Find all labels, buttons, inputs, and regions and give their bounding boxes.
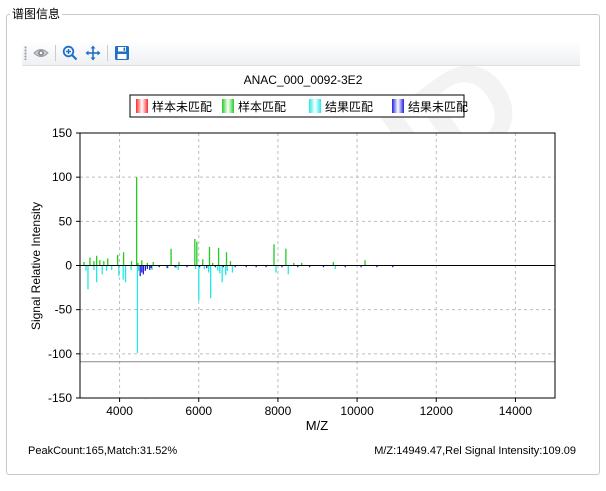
peak-bar-series-2 [124, 265, 127, 283]
peak-bar-series-2 [203, 265, 205, 270]
peak-bar-series-1 [130, 261, 133, 266]
peak-bar-series-2 [225, 265, 227, 276]
peak-count-status: PeakCount:165,Match:31.52% [28, 445, 178, 457]
peak-bar-series-1 [107, 258, 109, 266]
peak-bar-series-2 [210, 265, 212, 299]
legend-swatch [222, 99, 234, 113]
peak-bar-series-1 [202, 259, 204, 266]
peak-bar-series-1 [364, 260, 366, 266]
peak-bar-series-1 [96, 255, 98, 266]
peak-bar-series-2 [93, 265, 95, 270]
legend-label: 结果未匹配 [408, 100, 468, 114]
peak-bar-series-1 [99, 260, 101, 266]
legend-label: 样本未匹配 [152, 99, 212, 114]
y-tick-label: -50 [55, 303, 73, 317]
peak-bar-series-2 [287, 265, 289, 275]
peak-bar-series-2 [208, 265, 210, 273]
peak-bar-series-1 [229, 261, 232, 266]
peak-bar-series-1 [117, 254, 119, 266]
y-tick-label: -100 [48, 347, 72, 361]
peak-bar-series-1 [152, 261, 154, 266]
peak-bar-series-2 [275, 265, 277, 273]
legend-swatch [136, 99, 148, 113]
peak-bar-series-1 [122, 252, 125, 266]
peak-bar-series-3 [139, 265, 141, 277]
peak-bar-series-2 [87, 265, 89, 290]
peak-bar-series-1 [225, 252, 228, 266]
x-axis: 4000 6000 8000 10000 12000 14000 [106, 398, 532, 418]
peak-bar-series-2 [177, 265, 179, 270]
peak-bar-series-2 [111, 265, 113, 270]
x-tick-label: 6000 [185, 404, 212, 418]
y-tick-label: 0 [65, 259, 72, 273]
y-tick-label: -150 [48, 391, 72, 405]
x-tick-label: 12000 [420, 404, 454, 418]
legend-label: 结果匹配 [325, 100, 373, 114]
peak-bar-series-2 [221, 265, 223, 283]
peak-bar-series-1 [273, 244, 275, 266]
y-tick-label: 100 [52, 170, 72, 184]
x-tick-label: 10000 [340, 404, 374, 418]
peak-bar-series-2 [105, 265, 108, 271]
peak-bar-series-2 [217, 265, 219, 271]
peak-bar-series-2 [96, 265, 98, 283]
peak-bar-series-2 [85, 265, 87, 271]
peak-bar-series-1 [194, 239, 196, 266]
x-tick-label: 4000 [106, 404, 133, 418]
peak-bar-series-2 [334, 265, 337, 270]
peak-bar-series-3 [141, 265, 143, 273]
x-axis-label: M/Z [306, 418, 328, 433]
legend-swatch [309, 99, 321, 113]
chart-title: ANAC_000_0092-3E2 [244, 73, 363, 87]
chart-legend: 样本未匹配 样本匹配 结果匹配 结果未匹配 [129, 94, 468, 118]
peak-bar-series-1 [103, 261, 105, 266]
peak-bar-series-2 [136, 265, 139, 353]
peak-bar-series-3 [149, 265, 151, 270]
peak-bar-series-1 [89, 257, 91, 266]
peak-bar-series-2 [130, 265, 132, 270]
peak-bar-series-1 [217, 247, 220, 266]
y-axis-label: Signal Relative Intensity [29, 202, 43, 330]
peak-bar-series-2 [226, 265, 228, 271]
peak-bar-series-1 [332, 261, 335, 266]
peak-bar-series-1 [170, 248, 172, 266]
peak-bar-series-3 [142, 265, 145, 275]
peak-bar-series-1 [136, 177, 138, 266]
peak-bar-series-1 [83, 261, 85, 266]
y-tick-label: 150 [52, 126, 72, 140]
cursor-readout-status: M/Z:14949.47,Rel Signal Intensity:109.09 [374, 445, 576, 457]
peak-bar-series-1 [93, 261, 95, 266]
peak-bar-series-2 [101, 265, 103, 275]
peak-bar-series-3 [144, 265, 147, 271]
y-axis: 150 100 50 0 -50 -100 -150 [48, 126, 80, 405]
peak-bar-series-2 [231, 265, 234, 273]
y-tick-label: 50 [59, 214, 73, 228]
peak-bar-series-2 [198, 265, 200, 301]
legend-swatch [392, 99, 404, 113]
peak-bar-series-1 [178, 261, 180, 266]
peak-bar-series-1 [285, 248, 287, 266]
peak-bar-series-2 [122, 265, 124, 280]
peak-bar-series-2 [137, 265, 140, 271]
peak-bar-series-3 [146, 265, 148, 270]
peak-bar-series-1 [208, 246, 211, 266]
legend-label: 样本匹配 [238, 99, 286, 114]
spectrum-chart[interactable]: ANAC_000_0092-3E2 样本未匹配 样本匹配 结果匹配 结果未匹配 150… [0, 0, 606, 479]
peak-bar-series-1 [141, 260, 143, 266]
peak-bar-series-2 [194, 265, 197, 270]
peak-bar-series-1 [196, 241, 198, 266]
x-tick-label: 14000 [499, 404, 533, 418]
peak-bar-series-2 [118, 265, 120, 277]
peak-bar-series-2 [219, 265, 221, 274]
x-tick-label: 8000 [265, 404, 292, 418]
